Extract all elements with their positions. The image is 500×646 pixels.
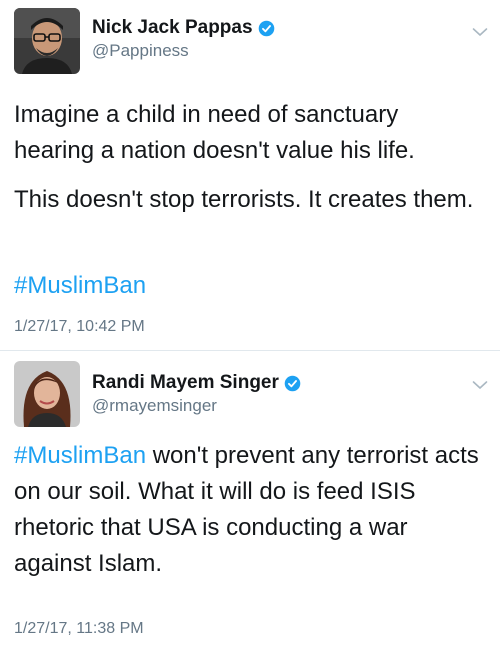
tweet-text: #MuslimBan won't prevent any terrorist a…	[14, 438, 484, 582]
timestamp[interactable]: 1/27/17, 11:38 PM	[14, 620, 144, 638]
display-name[interactable]: Nick Jack Pappas	[92, 17, 253, 39]
avatar[interactable]	[14, 8, 80, 74]
author-name-row[interactable]: Randi Mayem Singer	[92, 372, 301, 394]
chevron-down-icon[interactable]	[472, 27, 488, 37]
verified-badge-icon	[284, 375, 301, 391]
author-name-row[interactable]: Nick Jack Pappas	[92, 17, 275, 39]
display-name[interactable]: Randi Mayem Singer	[92, 372, 279, 394]
avatar[interactable]	[14, 361, 80, 427]
tweet[interactable]: Nick Jack Pappas @Pappiness Imagine a ch…	[0, 0, 500, 350]
timestamp[interactable]: 1/27/17, 10:42 PM	[14, 318, 145, 336]
user-handle[interactable]: @rmayemsinger	[92, 396, 217, 416]
hashtag-link[interactable]: #MuslimBan	[14, 268, 484, 304]
user-handle[interactable]: @Pappiness	[92, 41, 189, 61]
hashtag-link[interactable]: #MuslimBan	[14, 442, 146, 469]
tweet[interactable]: Randi Mayem Singer @rmayemsinger #Muslim…	[0, 351, 500, 646]
tweet-text-paragraph: This doesn't stop terrorists. It creates…	[14, 186, 474, 213]
tweet-text-paragraph: Imagine a child in need of sanctuary hea…	[14, 101, 415, 164]
verified-badge-icon	[258, 20, 274, 36]
chevron-down-icon[interactable]	[472, 380, 488, 390]
